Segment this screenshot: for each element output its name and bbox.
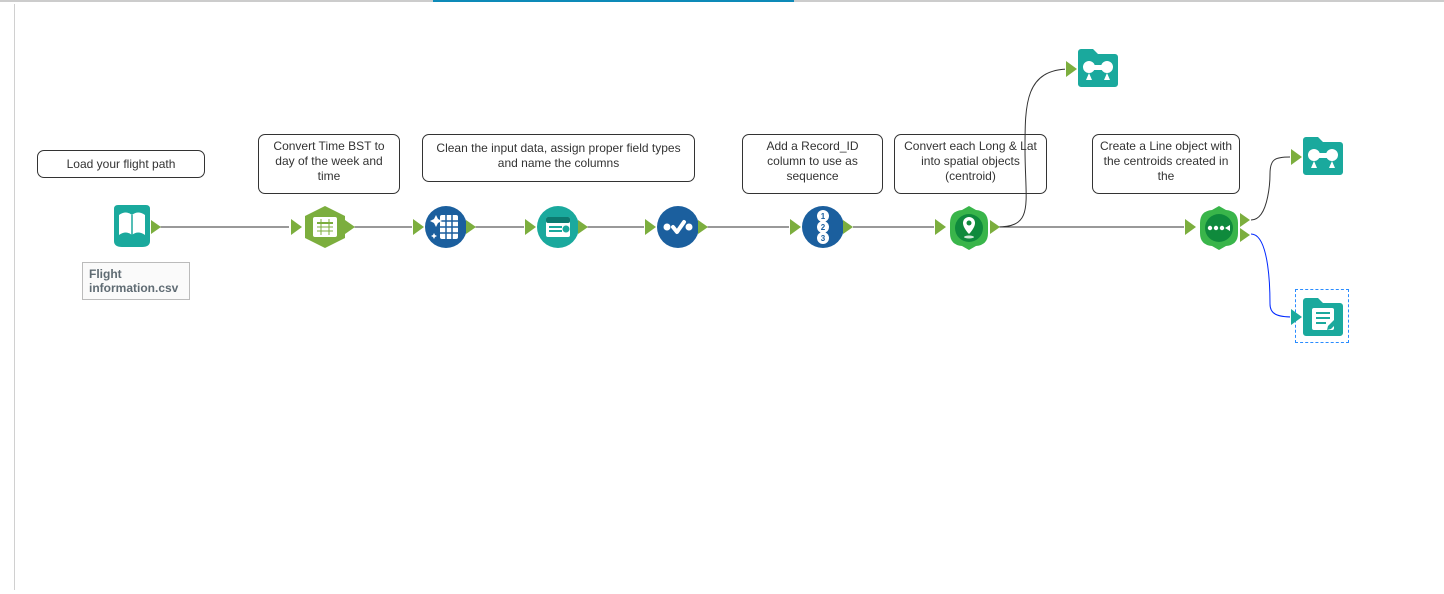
annotation-clean-data[interactable]: Clean the input data, assign proper fiel… [422,134,695,182]
data-cleansing-tool[interactable] [424,205,464,245]
output-port-2[interactable] [1240,228,1250,242]
output-port[interactable] [843,220,853,234]
connections-layer [15,4,1443,590]
svg-text:2: 2 [821,223,826,232]
input-port[interactable] [1185,219,1196,235]
input-port[interactable] [413,219,424,235]
input-port[interactable] [935,219,946,235]
annotation-create-line[interactable]: Create a Line object with the centroids … [1092,134,1240,194]
output-port[interactable] [151,220,161,234]
annotation-spatial-convert[interactable]: Convert each Long & Lat into spatial obj… [894,134,1047,194]
select-tool[interactable] [656,205,696,245]
input-port[interactable] [1291,149,1302,165]
output-port[interactable] [578,220,588,234]
poly-build-tool[interactable] [1196,205,1236,245]
input-file-label[interactable]: Flight information.csv [82,262,190,300]
browse-tool-2[interactable] [1302,135,1342,175]
svg-text:3: 3 [821,234,826,243]
input-port[interactable] [790,219,801,235]
tab-strip [0,0,1444,2]
annotation-load-path[interactable]: Load your flight path [37,150,205,178]
auto-field-tool[interactable] [536,205,576,245]
annotation-record-id[interactable]: Add a Record_ID column to use as sequenc… [742,134,883,194]
input-port[interactable] [1066,61,1077,77]
output-port[interactable] [466,220,476,234]
annotation-convert-time[interactable]: Convert Time BST to day of the week and … [258,134,400,194]
record-id-tool[interactable]: 1 2 3 [801,205,841,245]
output-port[interactable] [990,220,1000,234]
output-port[interactable] [698,220,708,234]
output-port[interactable] [345,220,355,234]
input-port[interactable] [645,219,656,235]
input-port[interactable] [291,219,302,235]
create-points-tool[interactable] [946,205,986,245]
output-data-tool[interactable] [1302,296,1342,336]
datetime-tool[interactable] [303,205,343,245]
workflow-canvas[interactable]: Load your flight path Convert Time BST t… [14,4,1443,590]
svg-text:1: 1 [821,212,826,221]
browse-tool[interactable] [1077,47,1117,87]
input-port[interactable] [525,219,536,235]
input-data-tool[interactable] [112,205,152,245]
output-port[interactable] [1240,213,1250,227]
input-port[interactable] [1291,309,1302,325]
